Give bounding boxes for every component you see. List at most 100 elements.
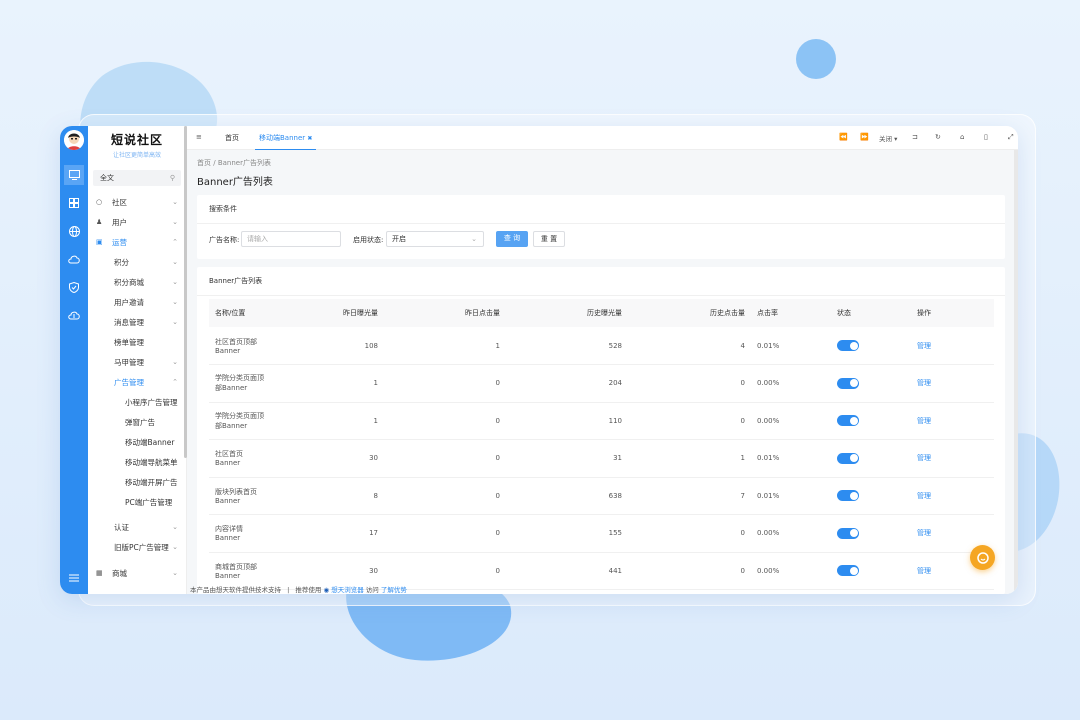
query-button[interactable]: 查 询 (496, 231, 528, 247)
col-total-exposure: 历史曝光量 (506, 299, 628, 327)
logo: 短说社区 让社区更简单高效 (88, 126, 186, 164)
cell-ctr: 0.01% (751, 327, 831, 365)
manage-link[interactable]: 管理 (917, 529, 931, 537)
globe-icon[interactable] (64, 221, 84, 241)
chevron-down-icon: ⌄ (172, 569, 178, 577)
collapse-icon[interactable]: ≡ (196, 133, 202, 141)
cell-total-exposure: 204 (506, 364, 628, 403)
cell-yesterday-exposure: 1 (299, 364, 384, 403)
manage-link[interactable]: 管理 (917, 342, 931, 350)
cell-name: 学院分类页面顶 部Banner (209, 402, 299, 440)
ad-name-input[interactable]: 请输入 (241, 231, 341, 247)
sidebar-item-legacy-pc-ads[interactable]: 旧版PC广告管理 ⌄ (88, 537, 186, 557)
cell-action: 管理 (911, 439, 994, 478)
sidebar-item-mall[interactable]: ▦ 商城 ⌄ (88, 563, 186, 583)
col-total-clicks: 历史点击量 (628, 299, 751, 327)
cloud-upload-icon[interactable] (64, 305, 84, 325)
tab-mobile-banner[interactable]: 移动端Banner ✖ (255, 126, 317, 150)
sidebar-item-operations[interactable]: ▣ 运营 ⌃ (88, 232, 186, 252)
cell-yesterday-exposure: 8 (299, 477, 384, 515)
sidebar-item-ads[interactable]: 广告管理 ⌃ (88, 372, 186, 392)
col-action: 操作 (911, 299, 994, 327)
manage-link[interactable]: 管理 (917, 567, 931, 575)
reset-button[interactable]: 重 置 (533, 231, 565, 247)
cell-name: 版块列表首页 Banner (209, 477, 299, 515)
cell-total-clicks: 7 (628, 477, 751, 515)
breadcrumb-home[interactable]: 首页 (197, 159, 211, 167)
chevron-down-icon: ⌄ (471, 235, 477, 243)
sidebar-item-user-invite[interactable]: 用户邀请 ⌄ (88, 292, 186, 312)
status-toggle[interactable] (837, 490, 859, 502)
sidebar-item-points[interactable]: 积分 ⌄ (88, 252, 186, 272)
footer: 本产品由想天软件提供技术支持 | 推荐使用 ◉ 想天浏览器 访问 了解优势 (190, 586, 407, 594)
menu-toggle-icon[interactable] (64, 568, 84, 588)
shop-icon: ▦ (96, 569, 103, 577)
status-toggle[interactable] (837, 377, 859, 389)
refresh-icon[interactable]: ↻ (935, 133, 941, 141)
sidebar-item-splash-ads[interactable]: 移动端开屏广告 (88, 472, 186, 492)
cell-total-clicks: 4 (628, 327, 751, 365)
cell-action: 管理 (911, 327, 994, 365)
manage-link[interactable]: 管理 (917, 379, 931, 387)
search-icon: ⚲ (169, 174, 175, 182)
tab-close-icon[interactable]: ✖ (307, 135, 312, 142)
logo-title: 短说社区 (110, 133, 163, 147)
cell-name: 社区首页顶部 Banner (209, 327, 299, 365)
scroll-right-icon[interactable]: ⏩ (860, 133, 869, 141)
ad-name-label: 广告名称: (209, 236, 240, 244)
menu-search-input[interactable]: 全文 ⚲ (93, 170, 181, 186)
manage-link[interactable]: 管理 (917, 454, 931, 462)
main-scrollbar[interactable] (1014, 150, 1018, 594)
main-area: ≡ 首页 移动端Banner ✖ ⏪ ⏩ 关闭 ▾ ⊐ ↻ ⌂ ▯ ⤢ ♨ 24… (187, 126, 1018, 594)
sidebar-item-users[interactable]: ♟ 用户 ⌄ (88, 212, 186, 232)
chevron-up-icon: ⌃ (172, 238, 178, 246)
cell-total-clicks: 0 (628, 402, 751, 440)
manage-link[interactable]: 管理 (917, 492, 931, 500)
breadcrumb: 首页 / Banner广告列表 (197, 159, 271, 167)
sidebar-item-popup-ads[interactable]: 弹窗广告 (88, 412, 186, 432)
exit-icon[interactable]: ⊐ (912, 133, 918, 141)
shield-icon[interactable] (64, 277, 84, 297)
mobile-icon[interactable]: ▯ (984, 133, 988, 141)
cell-yesterday-clicks: 0 (384, 514, 506, 553)
sidebar-item-messages[interactable]: 消息管理 ⌄ (88, 312, 186, 332)
filter-card-title: 搜索条件 (197, 195, 1005, 224)
page-title: Banner广告列表 (197, 177, 273, 188)
chevron-down-icon: ⌄ (172, 523, 178, 531)
status-select[interactable]: 开启 ⌄ (386, 231, 484, 247)
chevron-down-icon: ⌄ (172, 278, 178, 286)
chevron-down-icon: ⌄ (172, 218, 178, 226)
status-toggle[interactable] (837, 565, 859, 577)
cell-yesterday-exposure: 30 (299, 439, 384, 478)
home-icon[interactable]: ⌂ (960, 133, 964, 141)
avatar[interactable] (64, 130, 84, 150)
tab-home[interactable]: 首页 (225, 126, 239, 150)
status-toggle[interactable] (837, 452, 859, 464)
close-tabs-dropdown[interactable]: 关闭 ▾ (879, 133, 897, 143)
table-row: 学院分类页面顶 部Banner 1 0 110 0 0.00% 管理 (209, 402, 994, 440)
sidebar-item-verification[interactable]: 认证 ⌄ (88, 517, 186, 537)
sidebar-item-alt-accounts[interactable]: 马甲管理 ⌄ (88, 352, 186, 372)
fullscreen-icon[interactable]: ⤢ (1008, 133, 1014, 142)
sidebar-item-miniprogram-ads[interactable]: 小程序广告管理 (88, 392, 186, 412)
cell-ctr: 0.01% (751, 477, 831, 515)
status-toggle[interactable] (837, 340, 859, 351)
sidebar-item-mobile-banner[interactable]: 移动端Banner (88, 432, 186, 452)
learn-more-link[interactable]: 了解优势 (381, 586, 407, 594)
sidebar-item-rankings[interactable]: 榜单管理 (88, 332, 186, 352)
browser-link[interactable]: 想天浏览器 (331, 586, 364, 594)
browser-logo-icon: ◉ (323, 586, 330, 594)
status-label: 启用状态: (353, 236, 384, 244)
grid-icon[interactable] (64, 193, 84, 213)
sidebar-item-mobile-nav[interactable]: 移动端导航菜单 (88, 452, 186, 472)
monitor-icon[interactable] (64, 165, 84, 185)
status-toggle[interactable] (837, 415, 859, 427)
scroll-left-icon[interactable]: ⏪ (839, 133, 848, 141)
sidebar-item-points-mall[interactable]: 积分商城 ⌄ (88, 272, 186, 292)
sidebar-item-pc-ads[interactable]: PC端广告管理 (88, 492, 186, 512)
status-toggle[interactable] (837, 527, 859, 539)
sidebar-item-community[interactable]: ○ 社区 ⌄ (88, 192, 186, 212)
customer-service-icon[interactable] (970, 545, 995, 570)
manage-link[interactable]: 管理 (917, 417, 931, 425)
cloud-icon[interactable] (64, 249, 84, 269)
